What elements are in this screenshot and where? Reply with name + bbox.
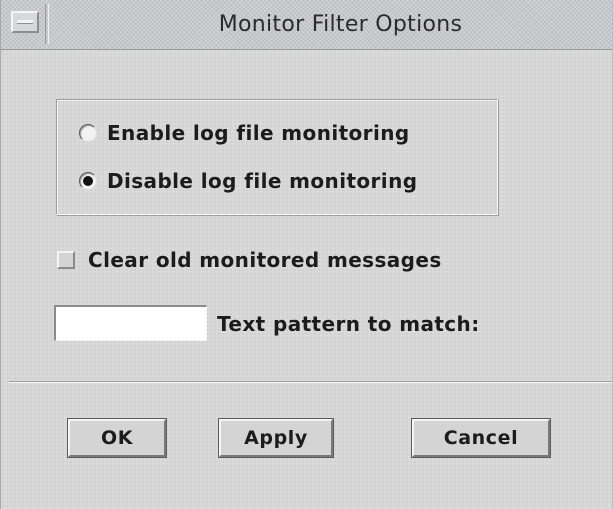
monitoring-radio-group: [56, 99, 498, 215]
title-separator: [45, 4, 49, 44]
window-menu-icon[interactable]: [11, 11, 39, 33]
disable-monitoring-option[interactable]: Disable log file monitoring: [79, 166, 417, 196]
disable-monitoring-radio[interactable]: [79, 172, 97, 190]
title-bar[interactable]: Monitor Filter Options: [1, 0, 612, 50]
clear-messages-checkbox[interactable]: [57, 251, 75, 269]
cancel-button[interactable]: Cancel: [412, 419, 550, 457]
text-pattern-label: Text pattern to match:: [217, 312, 480, 336]
disable-monitoring-label: Disable log file monitoring: [107, 169, 418, 193]
enable-monitoring-option[interactable]: Enable log file monitoring: [79, 118, 410, 148]
button-separator: [9, 381, 612, 383]
enable-monitoring-label: Enable log file monitoring: [107, 121, 410, 145]
enable-monitoring-radio[interactable]: [79, 124, 97, 142]
window-title: Monitor Filter Options: [218, 12, 463, 37]
window-menu-bar: [17, 20, 33, 24]
apply-button[interactable]: Apply: [219, 419, 333, 457]
monitor-filter-options-dialog: Monitor Filter Options Enable log file m…: [0, 0, 613, 509]
ok-button[interactable]: OK: [68, 419, 166, 457]
clear-messages-label: Clear old monitored messages: [88, 248, 442, 272]
text-pattern-input[interactable]: [54, 305, 207, 341]
clear-messages-option[interactable]: Clear old monitored messages: [57, 245, 442, 275]
